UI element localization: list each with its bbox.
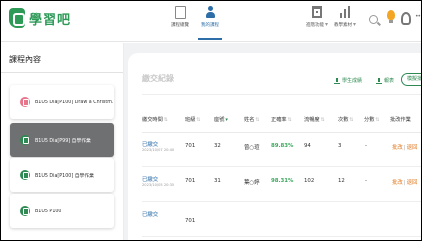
table-header: 繳交時間⇅ 班級⇅ 座號▾ 姓名⇅ 正確率⇅ 流暢度⇅ 次數⇅ 分數⇅ 批改作業 [128, 113, 421, 127]
sort-icon: ⇅ [287, 117, 292, 123]
nav-my-courses[interactable]: 我的課程 [196, 6, 224, 28]
column-header[interactable]: 座號▾ [214, 116, 228, 123]
seat-cell: 32 [214, 143, 221, 149]
row-actions: 批改|退回 [392, 145, 418, 151]
course-icon [20, 135, 30, 145]
logo-text: 學習吧 [29, 12, 72, 28]
accuracy-cell: 89.83% [271, 143, 294, 149]
divider [1, 72, 123, 73]
fluency-cell: 102 [304, 178, 315, 184]
download-icon [376, 77, 382, 84]
column-header[interactable]: 繳交時間⇅ [142, 116, 168, 123]
avatar-icon[interactable] [401, 12, 411, 25]
app-window: 學習吧 課程總覽 我的課程 進階功能▾ 教學素材▾ ••• 課程內容 B1U5 … [0, 0, 422, 241]
logo[interactable]: 學習吧 [9, 8, 71, 28]
sort-icon: ▾ [225, 117, 228, 123]
mock-grading-button[interactable]: 模擬批改 [401, 73, 421, 86]
table-row: 已繳交 2023/10/07 20:40 701 32 曾○瑄 89.83% 9… [142, 133, 421, 167]
chevron-down-icon: ▾ [353, 21, 357, 28]
nav-label: 我的課程 [201, 23, 219, 28]
course-label: B1U5 Dia[P100] 自學作業 [35, 173, 94, 179]
tool-advanced[interactable]: 進階功能▾ [306, 6, 328, 28]
section-title: 繳交紀錄 [142, 74, 174, 83]
submit-timestamp: 2023/10/05 20:35 [142, 183, 175, 187]
submit-timestamp: 2023/10/07 20:40 [142, 148, 175, 152]
class-cell: 701 [185, 178, 196, 184]
nav-label: 課程總覽 [171, 23, 189, 28]
column-header[interactable]: 流暢度⇅ [304, 116, 325, 123]
tool-label: 教學素材▾ [334, 21, 357, 28]
tool-materials[interactable]: 教學素材▾ [334, 6, 356, 28]
status-link[interactable]: 已繳交 [142, 210, 158, 218]
column-header[interactable]: 次數⇅ [338, 116, 354, 123]
course-item[interactable]: B1U5 Dia[P100] Draw a Christm... [10, 85, 114, 119]
class-cell: 701 [185, 143, 196, 149]
nav-course-overview[interactable]: 課程總覽 [166, 6, 194, 28]
status-link[interactable]: 已繳交 [142, 175, 158, 183]
sidebar-title: 課程內容 [9, 55, 41, 64]
score-cell: - [365, 178, 367, 184]
column-header[interactable]: 班級⇅ [185, 116, 201, 123]
column-header: 批改作業 [390, 117, 411, 123]
main-area: 繳交紀錄 學生成績 報表 模擬批改 繳交時間⇅ 班級⇅ 座號▾ 姓名⇅ 正確率⇅… [124, 43, 421, 240]
table-row: 已繳交 701 [142, 203, 421, 237]
export-grades-link[interactable]: 學生成績 [334, 77, 362, 84]
course-label: B1U5 Dia[P99] 自學作業 [35, 138, 91, 144]
nav-active-indicator [198, 38, 222, 40]
sidebar: 課程內容 B1U5 Dia[P100] Draw a Christm... B1… [1, 43, 123, 240]
return-link[interactable]: 退回 [407, 145, 418, 151]
return-link[interactable]: 退回 [407, 180, 418, 186]
search-icon[interactable] [369, 15, 378, 24]
status-link[interactable]: 已繳交 [142, 140, 158, 148]
more-icon[interactable]: ••• [415, 13, 421, 20]
export-report-link[interactable]: 報表 [376, 77, 394, 84]
lightbulb-icon[interactable] [386, 10, 396, 24]
row-actions: 批改|退回 [392, 180, 418, 186]
sort-icon: ⇅ [375, 117, 380, 123]
logo-icon [9, 8, 25, 28]
accuracy-cell: 98.31% [271, 178, 294, 184]
column-header[interactable]: 正確率⇅ [271, 116, 292, 123]
sort-icon: ⇅ [320, 117, 325, 123]
book-icon [174, 6, 186, 19]
fluency-cell: 94 [304, 143, 311, 149]
course-icon [20, 206, 30, 216]
course-item-active[interactable]: B1U5 Dia[P99] 自學作業 [10, 123, 114, 157]
column-header[interactable]: 姓名⇅ [244, 116, 260, 123]
score-cell: - [365, 143, 367, 149]
tool-label: 進階功能▾ [306, 21, 329, 28]
building-icon [312, 6, 322, 18]
grade-link[interactable]: 批改 [392, 180, 403, 186]
chart-icon [339, 6, 351, 18]
table-row: 已繳交 2023/10/05 20:35 701 31 葉○婷 98.31% 1… [142, 168, 421, 202]
course-label: B1U5 Dia[P100] Draw a Christm... [35, 99, 114, 105]
seat-cell: 31 [214, 178, 221, 184]
sort-icon: ⇅ [163, 117, 168, 123]
column-header[interactable]: 分數⇅ [364, 116, 380, 123]
sort-icon: ⇅ [196, 117, 201, 123]
sort-icon: ⇅ [349, 117, 354, 123]
divider [142, 94, 421, 95]
course-icon [20, 97, 30, 107]
user-icon [205, 6, 216, 19]
course-label: B1U5 P100 [35, 208, 62, 214]
chevron-down-icon: ▾ [325, 21, 329, 28]
class-cell: 701 [185, 218, 196, 224]
count-cell: 12 [338, 178, 345, 184]
course-icon [20, 170, 30, 180]
name-cell: 曾○瑄 [244, 145, 260, 151]
name-cell: 葉○婷 [244, 180, 260, 186]
sort-icon: ⇅ [255, 117, 260, 123]
records-panel: 繳交紀錄 學生成績 報表 模擬批改 繳交時間⇅ 班級⇅ 座號▾ 姓名⇅ 正確率⇅… [128, 53, 421, 240]
download-icon [334, 77, 340, 84]
course-item[interactable]: B1U5 Dia[P100] 自學作業 [10, 158, 114, 192]
grade-link[interactable]: 批改 [392, 145, 403, 151]
top-bar: 學習吧 課程總覽 我的課程 進階功能▾ 教學素材▾ ••• [1, 1, 421, 42]
count-cell: 3 [338, 143, 342, 149]
course-item[interactable]: B1U5 P100 [10, 194, 114, 228]
